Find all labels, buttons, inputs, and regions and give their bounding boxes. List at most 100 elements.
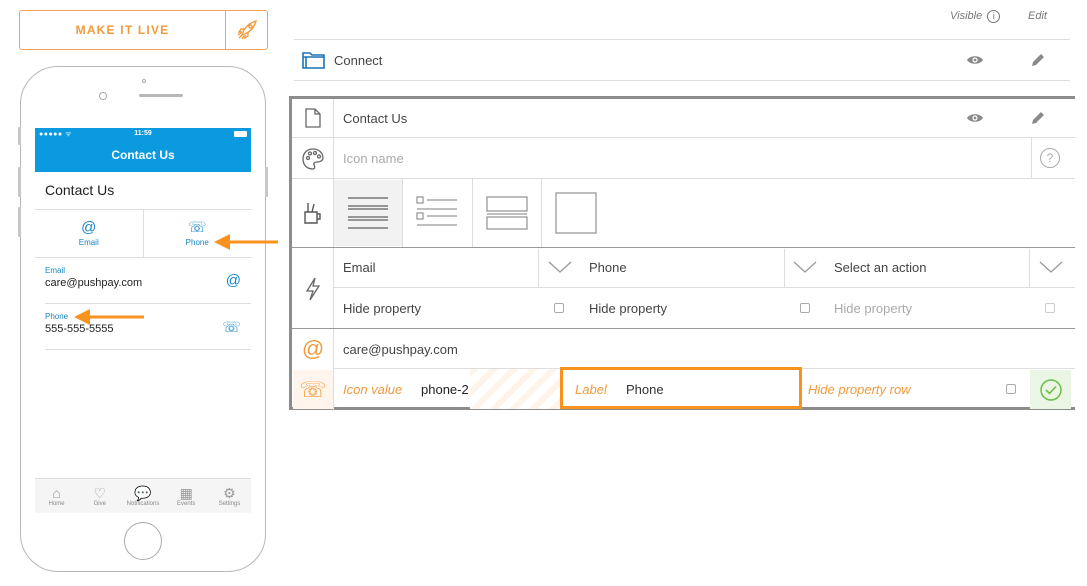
folder-icon xyxy=(294,50,334,70)
chat-bubble-icon: 💬 xyxy=(134,484,152,501)
callout-arrow-phone-row xyxy=(74,309,144,325)
divider xyxy=(292,328,1075,329)
tabbar-label: Give xyxy=(93,500,106,507)
phone-tab-label: Email xyxy=(78,238,99,247)
telephone-icon: ☏ xyxy=(293,370,333,409)
phone-tab-email[interactable]: @ Email xyxy=(35,210,143,257)
contact-us-label: Contact Us xyxy=(343,110,408,126)
status-time: 11:59 xyxy=(134,130,152,137)
phone-tab-bar: ⌂ Home ♡ Give 💬 Notifications ▦ Events ⚙… xyxy=(35,478,251,513)
edit-pencil-icon[interactable] xyxy=(1026,48,1050,72)
phone-volume-up xyxy=(18,167,21,197)
layout-option-list[interactable] xyxy=(334,180,402,246)
tabbar-label: Notifications xyxy=(126,500,160,507)
make-it-live-button[interactable]: MAKE IT LIVE xyxy=(19,10,268,50)
brush-cup-icon xyxy=(293,194,333,232)
phone-speaker xyxy=(139,94,183,97)
chevron-down-icon[interactable] xyxy=(793,261,817,273)
tabbar-notifications[interactable]: 💬 Notifications xyxy=(121,479,164,513)
phone-mute-switch xyxy=(18,127,21,145)
hide-property-row-checkbox[interactable] xyxy=(1006,384,1016,394)
home-icon: ⌂ xyxy=(52,484,61,501)
hide-property-checkbox-2[interactable] xyxy=(800,303,810,313)
phone-nav-title: Contact Us xyxy=(111,148,175,162)
tabbar-label: Settings xyxy=(218,500,241,507)
tabbar-home[interactable]: ⌂ Home xyxy=(35,479,78,513)
rocket-icon xyxy=(225,11,267,49)
contact-us-edit-panel xyxy=(289,96,1075,410)
label-input[interactable]: Phone xyxy=(626,382,664,397)
divider xyxy=(292,178,1075,179)
divider xyxy=(1029,249,1030,287)
info-icon: i xyxy=(987,10,1001,23)
at-sign-icon: @ xyxy=(225,272,241,289)
phone-tab-label: Phone xyxy=(185,238,209,247)
heart-icon: ♡ xyxy=(93,484,107,501)
contact-us-row[interactable]: Contact Us xyxy=(292,99,1070,137)
callout-arrow-phone-tab xyxy=(214,234,278,250)
phone-page-heading: Contact Us xyxy=(35,172,251,210)
property-select-2[interactable]: Phone xyxy=(589,260,627,275)
phone-contact-row-email[interactable]: Email care@pushpay.com @ xyxy=(45,258,251,304)
layout-option-cards[interactable] xyxy=(473,180,541,246)
phone-power-button xyxy=(265,167,268,197)
telephone-icon: ☏ xyxy=(187,219,207,236)
visible-eye-icon[interactable] xyxy=(963,106,987,130)
label-field-label: Label xyxy=(575,382,607,397)
confirm-button[interactable] xyxy=(1030,370,1071,409)
visible-eye-icon[interactable] xyxy=(963,48,987,72)
tabbar-give[interactable]: ♡ Give xyxy=(78,479,121,513)
connect-row[interactable]: Connect xyxy=(294,40,1070,80)
phone-volume-down xyxy=(18,207,21,237)
connect-label: Connect xyxy=(334,52,383,68)
email-value: care@pushpay.com xyxy=(343,342,458,357)
edit-column-header: Edit xyxy=(1028,10,1047,22)
divider xyxy=(784,249,785,287)
help-icon[interactable]: ? xyxy=(1038,146,1062,170)
telephone-icon: ☏ xyxy=(222,319,241,336)
tabbar-settings[interactable]: ⚙ Settings xyxy=(208,479,251,513)
layout-option-single[interactable] xyxy=(542,180,610,246)
visible-column-header: Visible i xyxy=(950,10,1001,23)
lightning-icon xyxy=(293,270,333,308)
icon-column-divider xyxy=(333,99,334,410)
contact-row-value: care@pushpay.com xyxy=(45,277,143,289)
divider xyxy=(292,247,1075,248)
property-select-3[interactable]: Select an action xyxy=(834,260,927,275)
divider xyxy=(292,137,1075,138)
stripe-decoration xyxy=(470,369,560,409)
divider xyxy=(541,179,542,247)
at-sign-icon: @ xyxy=(81,219,97,236)
divider xyxy=(538,249,539,287)
tabbar-label: Events xyxy=(177,500,196,507)
gear-icon: ⚙ xyxy=(223,484,236,501)
chevron-down-icon[interactable] xyxy=(1039,261,1063,273)
battery-icon xyxy=(234,131,247,137)
icon-value-input[interactable]: phone-2 xyxy=(421,382,469,397)
divider xyxy=(294,80,1070,81)
phone-home-button xyxy=(124,522,162,560)
layout-option-detail-list[interactable] xyxy=(403,180,471,246)
divider xyxy=(1031,138,1032,178)
contact-row-label: Email xyxy=(45,266,66,275)
hide-property-label-2: Hide property xyxy=(589,301,668,316)
divider xyxy=(402,179,403,247)
edit-pencil-icon[interactable] xyxy=(1026,106,1050,130)
visible-header-label: Visible xyxy=(950,10,983,22)
hide-property-checkbox-3[interactable] xyxy=(1045,303,1055,313)
tabbar-label: Home xyxy=(48,500,65,507)
hide-property-label-1: Hide property xyxy=(343,301,422,316)
hide-property-checkbox-1[interactable] xyxy=(554,303,564,313)
chevron-down-icon[interactable] xyxy=(548,261,572,273)
icon-value-label: Icon value xyxy=(343,382,403,397)
tabbar-events[interactable]: ▦ Events xyxy=(165,479,208,513)
make-it-live-label: MAKE IT LIVE xyxy=(75,23,170,37)
document-icon xyxy=(292,108,334,128)
phone-camera xyxy=(99,92,107,100)
divider xyxy=(472,179,473,247)
hide-property-label-3: Hide property xyxy=(834,301,913,316)
checkmark-circle-icon xyxy=(1039,378,1062,401)
property-select-1[interactable]: Email xyxy=(343,260,376,275)
icon-name-input[interactable]: Icon name xyxy=(343,151,404,166)
phone-status-bar: ●●●●● ᯤ 11:59 Contact Us xyxy=(35,128,251,172)
